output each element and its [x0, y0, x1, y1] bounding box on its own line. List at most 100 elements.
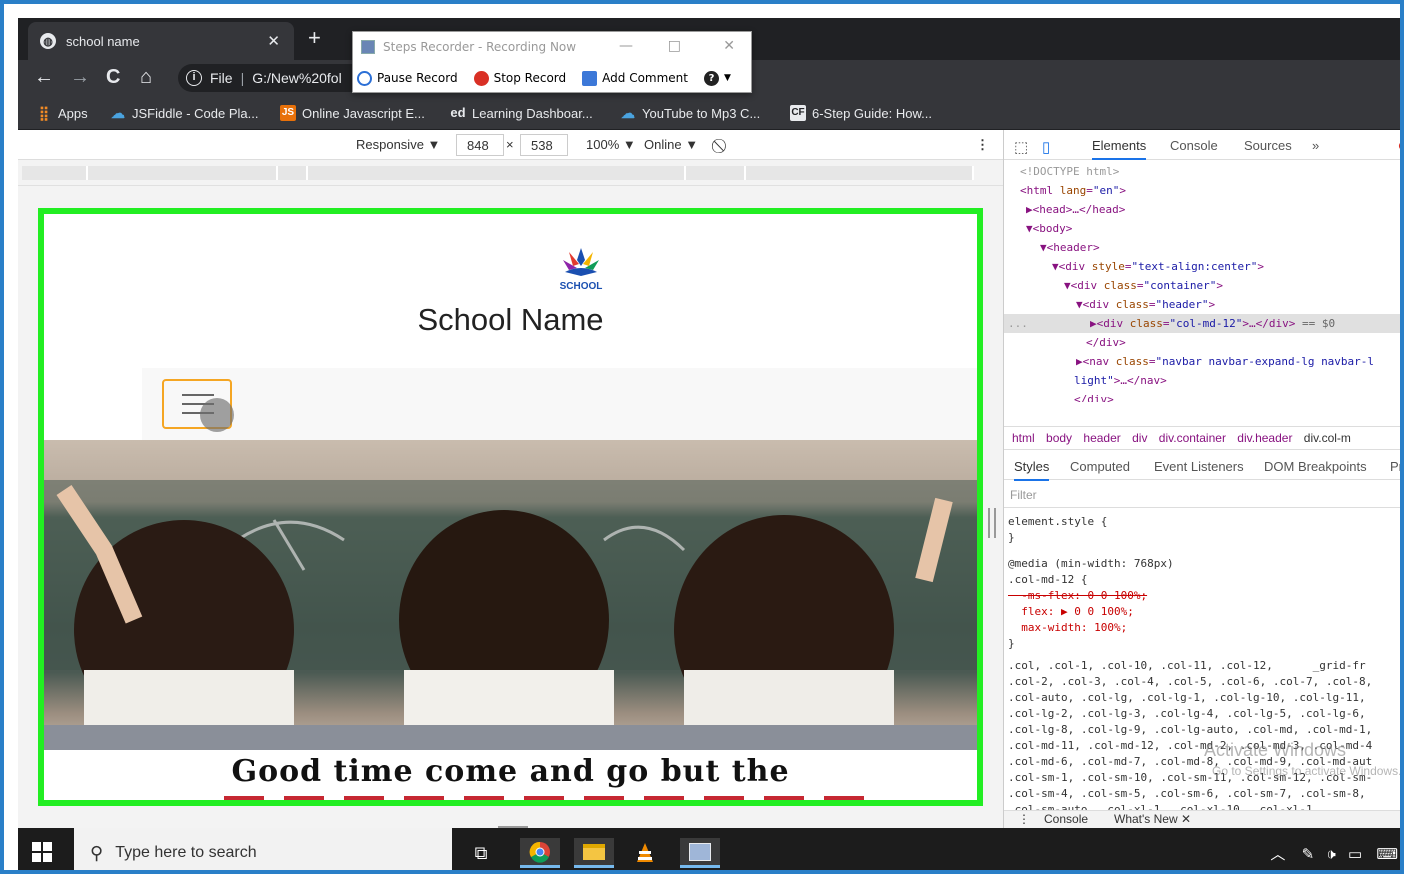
ruler-segment[interactable] — [746, 166, 974, 180]
file-explorer-icon[interactable] — [574, 838, 614, 868]
comment-icon — [582, 70, 598, 86]
bookmark-label: YouTube to Mp3 C... — [642, 105, 761, 121]
crumb-body[interactable]: body — [1046, 427, 1072, 449]
show-hidden-icons-icon[interactable]: ︿ — [1270, 846, 1285, 863]
ruler-segment[interactable] — [88, 166, 278, 180]
css-line[interactable]: .col-lg-8, .col-lg-9, .col-lg-auto, .col… — [1008, 722, 1372, 737]
tab-elements[interactable]: Elements — [1092, 138, 1147, 160]
dom-node[interactable]: ▼<body> — [1004, 219, 1400, 238]
task-view-icon[interactable]: ⧉ — [466, 838, 496, 868]
pause-record-button[interactable]: Pause Record — [357, 70, 458, 86]
dom-node[interactable]: light">…</nav> — [1004, 371, 1400, 390]
help-button[interactable]: ? ▼ — [703, 70, 731, 86]
css-line[interactable]: element.style { — [1008, 514, 1107, 529]
back-icon[interactable]: ← — [34, 66, 54, 89]
css-line[interactable]: flex: ▶ 0 0 100%; — [1008, 604, 1134, 619]
dom-node[interactable]: ▼<div style="text-align:center"> — [1004, 257, 1400, 276]
reload-icon[interactable]: C — [106, 66, 120, 89]
vlc-icon[interactable] — [630, 838, 660, 868]
css-line[interactable]: -ms-flex: 0 0 100%; — [1008, 588, 1147, 603]
bookmark-learning[interactable]: ed Learning Dashboar... — [450, 105, 592, 121]
css-line[interactable]: .col-md-12 { — [1008, 572, 1087, 587]
tab-console[interactable]: Console — [1170, 138, 1218, 153]
chrome-icon[interactable] — [520, 838, 560, 868]
crumb-header-div[interactable]: div.header — [1237, 427, 1292, 449]
css-line[interactable]: .col-sm-4, .col-sm-5, .col-sm-6, .col-sm… — [1008, 786, 1366, 801]
more-tabs-icon[interactable]: » — [1312, 138, 1319, 153]
steps-recorder-titlebar[interactable]: Steps Recorder - Recording Now — □ ✕ — [353, 32, 751, 62]
width-input[interactable]: 848 — [456, 134, 504, 156]
dom-node[interactable]: </div> — [1004, 390, 1400, 402]
zoom-select[interactable]: 100% ▼ — [586, 137, 636, 152]
tab-styles[interactable]: Styles — [1014, 459, 1050, 481]
dom-node[interactable]: ▶<nav class="navbar navbar-expand-lg nav… — [1004, 352, 1400, 371]
dom-node[interactable]: </div> — [1004, 333, 1400, 352]
bookmark-apps[interactable]: ⣿ Apps — [36, 105, 88, 121]
steps-recorder-icon[interactable] — [680, 838, 720, 868]
ruler-segment[interactable] — [308, 166, 686, 180]
add-comment-button[interactable]: Add Comment — [582, 70, 688, 86]
stop-record-button[interactable]: Stop Record — [473, 70, 566, 86]
apps-grid-icon: ⣿ — [38, 105, 50, 121]
info-icon[interactable]: i — [186, 70, 202, 86]
browser-tab[interactable]: ◍ school name ✕ — [28, 22, 294, 60]
windows-start-icon[interactable] — [32, 842, 52, 862]
taskbar-search-box[interactable]: ⚲ Type here to search — [74, 828, 452, 870]
css-line[interactable]: max-width: 100%; — [1008, 620, 1127, 635]
crumb-container[interactable]: div.container — [1159, 427, 1226, 449]
dom-node[interactable]: ▶<head>…</head> — [1004, 200, 1400, 219]
css-line[interactable]: .col-auto, .col-lg, .col-lg-1, .col-lg-1… — [1008, 690, 1366, 705]
ruler-segment[interactable] — [686, 166, 746, 180]
dom-node[interactable]: <!DOCTYPE html> — [1004, 162, 1400, 181]
battery-icon[interactable]: ▭ — [1348, 846, 1362, 863]
css-line[interactable]: .col, .col-1, .col-10, .col-11, .col-12,… — [1008, 658, 1366, 673]
inspect-element-icon[interactable]: ⬚ — [1014, 138, 1028, 156]
dom-node[interactable]: ▼<div class="header"> — [1004, 295, 1400, 314]
dom-node-selected[interactable]: ... ▶<div class="col-md-12">…</div> == $0 — [1004, 314, 1400, 333]
bookmark-jsfiddle[interactable]: ☁ JSFiddle - Code Pla... — [110, 105, 258, 121]
crumb-div[interactable]: div — [1132, 427, 1147, 449]
css-line[interactable]: .col-2, .col-3, .col-4, .col-5, .col-6, … — [1008, 674, 1372, 689]
bookmark-youtube-mp3[interactable]: ☁ YouTube to Mp3 C... — [620, 105, 760, 121]
cf-icon: CF — [790, 105, 806, 121]
crumb-header[interactable]: header — [1083, 427, 1120, 449]
tab-computed[interactable]: Computed — [1070, 459, 1130, 474]
tab-event-listeners[interactable]: Event Listeners — [1154, 459, 1244, 474]
tab-dom-breakpoints[interactable]: DOM Breakpoints — [1264, 459, 1367, 474]
drawer-tab-whats-new[interactable]: What's New ✕ — [1114, 812, 1191, 826]
crumb-html[interactable]: html — [1012, 427, 1035, 449]
network-throttle-select[interactable]: Online ▼ — [644, 137, 698, 152]
device-toggle-icon[interactable]: ▯ — [1042, 138, 1050, 156]
drawer-menu-icon[interactable]: ⋮ — [1018, 812, 1030, 826]
viewport-resize-handle-right[interactable] — [988, 508, 996, 538]
styles-filter-input[interactable]: Filter — [1004, 484, 1400, 508]
height-input[interactable]: 538 — [520, 134, 568, 156]
system-tray: ︿ ✎ 🕩 ▭ ⌨ — [1270, 843, 1398, 864]
bookmark-online-js[interactable]: JS Online Javascript E... — [280, 105, 425, 121]
dom-node[interactable]: <html lang="en"> — [1004, 181, 1400, 200]
dom-node[interactable]: ▼<header> — [1004, 238, 1400, 257]
forward-icon[interactable]: → — [70, 66, 90, 89]
pen-icon[interactable]: ✎ — [1302, 846, 1315, 863]
minimize-icon[interactable]: — — [619, 38, 633, 54]
dom-node[interactable]: ▼<div class="container"> — [1004, 276, 1400, 295]
address-separator: | — [240, 70, 245, 86]
tab-properties[interactable]: Pro — [1390, 459, 1400, 474]
drawer-tab-console[interactable]: Console — [1044, 812, 1088, 826]
ruler-segment[interactable] — [22, 166, 88, 180]
crumb-col[interactable]: div.col-m — [1304, 427, 1351, 449]
ruler-segment[interactable] — [278, 166, 308, 180]
bookmark-6-step[interactable]: CF 6-Step Guide: How... — [790, 105, 932, 121]
maximize-icon[interactable]: □ — [668, 38, 681, 54]
css-line[interactable]: .col-lg-2, .col-lg-3, .col-lg-4, .col-lg… — [1008, 706, 1366, 721]
new-tab-button[interactable]: + — [308, 27, 321, 49]
keyboard-icon[interactable]: ⌨ — [1376, 846, 1398, 863]
volume-icon[interactable]: 🕩 — [1326, 846, 1335, 863]
error-badge-icon[interactable]: ⊗ — [1398, 138, 1400, 154]
close-tab-icon[interactable]: ✕ — [267, 32, 280, 50]
home-icon[interactable]: ⌂ — [140, 66, 152, 89]
more-options-icon[interactable]: ⋮ — [976, 137, 989, 153]
close-icon[interactable]: ✕ — [723, 38, 735, 54]
device-mode-select[interactable]: Responsive ▼ — [356, 137, 440, 152]
tab-sources[interactable]: Sources — [1244, 138, 1292, 153]
